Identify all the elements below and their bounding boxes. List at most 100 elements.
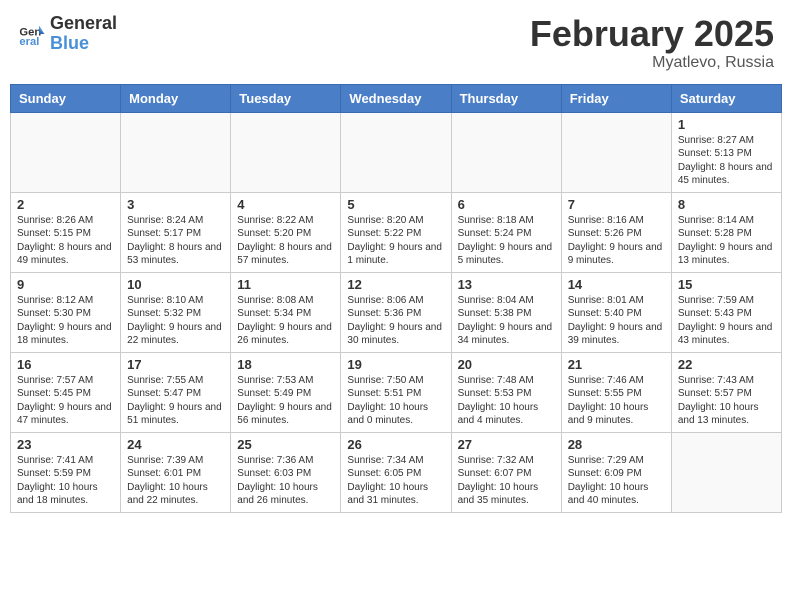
day-number: 21 [568, 357, 665, 372]
day-number: 12 [347, 277, 444, 292]
page-header: Gen eral General Blue February 2025 Myat… [10, 10, 782, 76]
calendar-cell: 23Sunrise: 7:41 AM Sunset: 5:59 PM Dayli… [11, 432, 121, 512]
day-number: 22 [678, 357, 775, 372]
day-info: Sunrise: 8:18 AM Sunset: 5:24 PM Dayligh… [458, 214, 555, 268]
calendar-cell [451, 112, 561, 192]
day-info: Sunrise: 8:04 AM Sunset: 5:38 PM Dayligh… [458, 294, 555, 348]
day-info: Sunrise: 7:46 AM Sunset: 5:55 PM Dayligh… [568, 374, 665, 428]
day-number: 20 [458, 357, 555, 372]
calendar-cell: 14Sunrise: 8:01 AM Sunset: 5:40 PM Dayli… [561, 272, 671, 352]
day-info: Sunrise: 7:48 AM Sunset: 5:53 PM Dayligh… [458, 374, 555, 428]
weekday-header-row: SundayMondayTuesdayWednesdayThursdayFrid… [11, 84, 782, 112]
week-row-2: 9 Sunrise: 8:12 AM Sunset: 5:30 PM Daylig… [11, 272, 782, 352]
calendar-cell: 20 Sunrise: 7:48 AM Sunset: 5:53 PM Dayli… [451, 352, 561, 432]
day-info: Sunrise: 8:20 AM Sunset: 5:22 PM Dayligh… [347, 214, 444, 268]
day-number: 28 [568, 437, 665, 452]
calendar-cell [231, 112, 341, 192]
day-number: 8 [678, 197, 775, 212]
calendar-cell: 2 Sunrise: 8:26 AM Sunset: 5:15 PM Daylig… [11, 192, 121, 272]
calendar-cell: 12 Sunrise: 8:06 AM Sunset: 5:36 PM Dayli… [341, 272, 451, 352]
calendar-cell: 4 Sunrise: 8:22 AM Sunset: 5:20 PM Daylig… [231, 192, 341, 272]
day-number: 2 [17, 197, 114, 212]
calendar-cell: 26 Sunrise: 7:34 AM Sunset: 6:05 PM Dayli… [341, 432, 451, 512]
day-info: Sunrise: 8:12 AM Sunset: 5:30 PM Dayligh… [17, 294, 114, 348]
calendar-cell: 6 Sunrise: 8:18 AM Sunset: 5:24 PM Daylig… [451, 192, 561, 272]
day-info: Sunrise: 7:57 AM Sunset: 5:45 PM Dayligh… [17, 374, 114, 428]
day-info: Sunrise: 8:22 AM Sunset: 5:20 PM Dayligh… [237, 214, 334, 268]
calendar-cell: 27 Sunrise: 7:32 AM Sunset: 6:07 PM Dayli… [451, 432, 561, 512]
calendar-cell: 17Sunrise: 7:55 AM Sunset: 5:47 PM Dayli… [121, 352, 231, 432]
day-number: 24 [127, 437, 224, 452]
calendar-cell [561, 112, 671, 192]
month-title: February 2025 [530, 14, 774, 54]
weekday-header-saturday: Saturday [671, 84, 781, 112]
day-info: Sunrise: 8:10 AM Sunset: 5:32 PM Dayligh… [127, 294, 224, 348]
day-number: 15 [678, 277, 775, 292]
calendar-cell: 7 Sunrise: 8:16 AM Sunset: 5:26 PM Daylig… [561, 192, 671, 272]
day-number: 16 [17, 357, 114, 372]
calendar-cell: 21 Sunrise: 7:46 AM Sunset: 5:55 PM Dayli… [561, 352, 671, 432]
calendar-cell: 19Sunrise: 7:50 AM Sunset: 5:51 PM Dayli… [341, 352, 451, 432]
location: Myatlevo, Russia [530, 54, 774, 72]
calendar-cell [121, 112, 231, 192]
day-number: 26 [347, 437, 444, 452]
calendar-cell: 11 Sunrise: 8:08 AM Sunset: 5:34 PM Dayli… [231, 272, 341, 352]
day-info: Sunrise: 7:39 AM Sunset: 6:01 PM Dayligh… [127, 454, 224, 508]
day-number: 10 [127, 277, 224, 292]
day-info: Sunrise: 8:24 AM Sunset: 5:17 PM Dayligh… [127, 214, 224, 268]
day-number: 4 [237, 197, 334, 212]
calendar-cell: 8Sunrise: 8:14 AM Sunset: 5:28 PM Daylig… [671, 192, 781, 272]
day-info: Sunrise: 8:26 AM Sunset: 5:15 PM Dayligh… [17, 214, 114, 268]
day-number: 27 [458, 437, 555, 452]
day-info: Sunrise: 7:29 AM Sunset: 6:09 PM Dayligh… [568, 454, 665, 508]
weekday-header-thursday: Thursday [451, 84, 561, 112]
day-number: 1 [678, 117, 775, 132]
day-info: Sunrise: 7:50 AM Sunset: 5:51 PM Dayligh… [347, 374, 444, 428]
day-number: 25 [237, 437, 334, 452]
day-info: Sunrise: 8:08 AM Sunset: 5:34 PM Dayligh… [237, 294, 334, 348]
calendar-cell [11, 112, 121, 192]
day-info: Sunrise: 7:43 AM Sunset: 5:57 PM Dayligh… [678, 374, 775, 428]
day-number: 9 [17, 277, 114, 292]
calendar-cell: 22 Sunrise: 7:43 AM Sunset: 5:57 PM Dayli… [671, 352, 781, 432]
day-info: Sunrise: 7:36 AM Sunset: 6:03 PM Dayligh… [237, 454, 334, 508]
week-row-0: 1 Sunrise: 8:27 AM Sunset: 5:13 PM Daylig… [11, 112, 782, 192]
calendar: SundayMondayTuesdayWednesdayThursdayFrid… [10, 84, 782, 513]
calendar-cell: 25 Sunrise: 7:36 AM Sunset: 6:03 PM Dayli… [231, 432, 341, 512]
day-number: 13 [458, 277, 555, 292]
week-row-1: 2 Sunrise: 8:26 AM Sunset: 5:15 PM Daylig… [11, 192, 782, 272]
day-info: Sunrise: 7:59 AM Sunset: 5:43 PM Dayligh… [678, 294, 775, 348]
day-number: 11 [237, 277, 334, 292]
logo-text: General Blue [50, 14, 117, 54]
weekday-header-sunday: Sunday [11, 84, 121, 112]
weekday-header-tuesday: Tuesday [231, 84, 341, 112]
day-number: 14 [568, 277, 665, 292]
title-block: February 2025 Myatlevo, Russia [530, 14, 774, 72]
calendar-cell: 9 Sunrise: 8:12 AM Sunset: 5:30 PM Daylig… [11, 272, 121, 352]
day-info: Sunrise: 8:27 AM Sunset: 5:13 PM Dayligh… [678, 134, 775, 188]
calendar-cell: 1 Sunrise: 8:27 AM Sunset: 5:13 PM Daylig… [671, 112, 781, 192]
week-row-3: 16 Sunrise: 7:57 AM Sunset: 5:45 PM Dayli… [11, 352, 782, 432]
weekday-header-friday: Friday [561, 84, 671, 112]
day-info: Sunrise: 7:34 AM Sunset: 6:05 PM Dayligh… [347, 454, 444, 508]
calendar-cell: 15 Sunrise: 7:59 AM Sunset: 5:43 PM Dayli… [671, 272, 781, 352]
logo-icon: Gen eral [18, 20, 46, 48]
calendar-cell: 13 Sunrise: 8:04 AM Sunset: 5:38 PM Dayli… [451, 272, 561, 352]
calendar-cell: 5 Sunrise: 8:20 AM Sunset: 5:22 PM Daylig… [341, 192, 451, 272]
calendar-cell: 24 Sunrise: 7:39 AM Sunset: 6:01 PM Dayli… [121, 432, 231, 512]
day-info: Sunrise: 7:32 AM Sunset: 6:07 PM Dayligh… [458, 454, 555, 508]
weekday-header-wednesday: Wednesday [341, 84, 451, 112]
calendar-cell: 28 Sunrise: 7:29 AM Sunset: 6:09 PM Dayli… [561, 432, 671, 512]
day-number: 6 [458, 197, 555, 212]
calendar-cell [671, 432, 781, 512]
day-number: 23 [17, 437, 114, 452]
day-info: Sunrise: 7:55 AM Sunset: 5:47 PM Dayligh… [127, 374, 224, 428]
day-info: Sunrise: 7:53 AM Sunset: 5:49 PM Dayligh… [237, 374, 334, 428]
day-number: 5 [347, 197, 444, 212]
week-row-4: 23Sunrise: 7:41 AM Sunset: 5:59 PM Dayli… [11, 432, 782, 512]
day-info: Sunrise: 8:06 AM Sunset: 5:36 PM Dayligh… [347, 294, 444, 348]
day-info: Sunrise: 8:16 AM Sunset: 5:26 PM Dayligh… [568, 214, 665, 268]
day-number: 7 [568, 197, 665, 212]
calendar-cell: 10 Sunrise: 8:10 AM Sunset: 5:32 PM Dayli… [121, 272, 231, 352]
svg-text:eral: eral [19, 36, 39, 48]
